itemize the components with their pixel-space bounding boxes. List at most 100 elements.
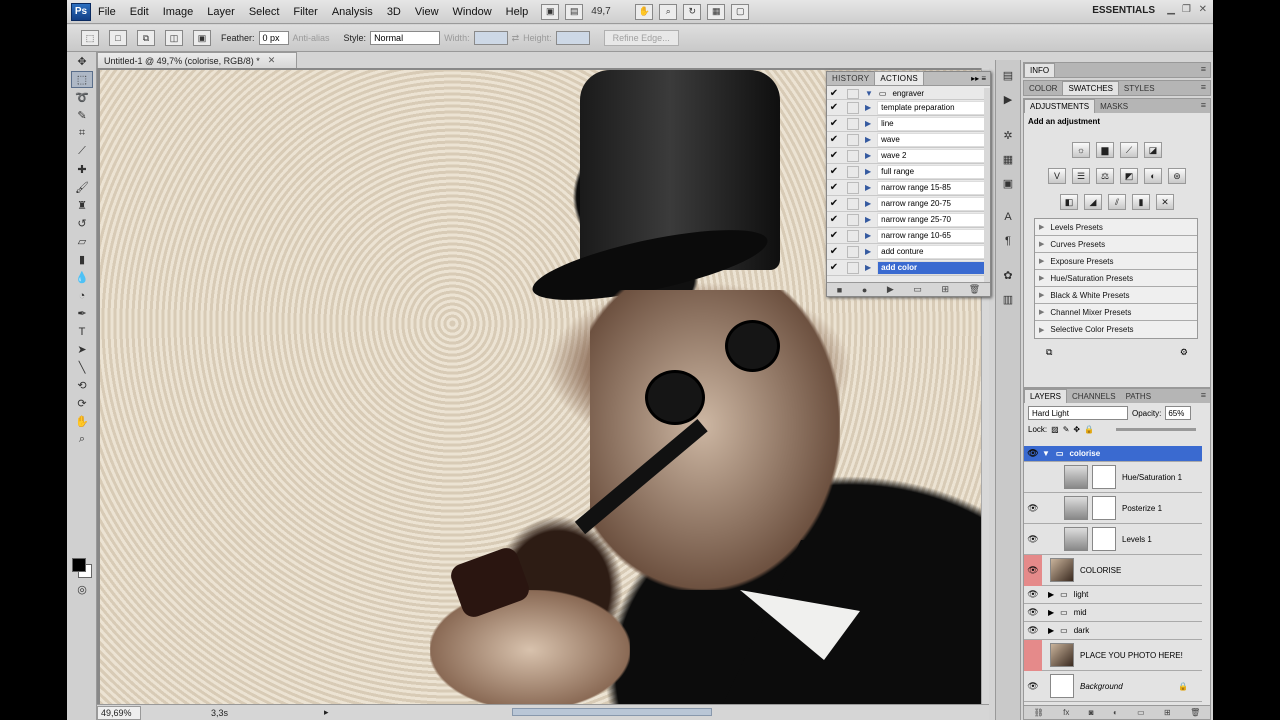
status-menu-arrow-icon[interactable]: ▸	[324, 707, 329, 718]
clone-stamp-tool-icon[interactable]: ♜	[71, 197, 93, 214]
panel-menu-icon[interactable]: ≡	[1201, 82, 1206, 92]
menu-help[interactable]: Help	[499, 6, 536, 18]
lock-pixels-icon[interactable]: ✎	[1063, 425, 1070, 434]
opacity-slider[interactable]	[1116, 428, 1197, 431]
visibility-eye-icon[interactable]: 👁	[1024, 448, 1042, 459]
expand-triangle-icon[interactable]: ▶	[1039, 274, 1044, 282]
move-tool-icon[interactable]: ✥	[71, 53, 93, 70]
path-selection-tool-icon[interactable]: ➤	[71, 341, 93, 358]
collapse-triangle-icon[interactable]: ▶	[865, 231, 871, 240]
menu-filter[interactable]: Filter	[286, 6, 324, 18]
dialog-toggle[interactable]	[847, 88, 859, 99]
curves-icon[interactable]: ⟋	[1120, 142, 1138, 158]
visibility-eye-icon[interactable]: 👁	[1024, 607, 1042, 618]
preset-item[interactable]: ▶ Levels Presets	[1035, 219, 1197, 236]
layer-row[interactable]: PLACE YOU PHOTO HERE!	[1024, 639, 1202, 671]
gradient-map-icon[interactable]: ▮	[1132, 194, 1150, 210]
close-icon[interactable]: ✕	[1199, 4, 1207, 15]
preset-item[interactable]: ▶ Curves Presets	[1035, 236, 1197, 253]
character-panel-icon[interactable]: A	[999, 208, 1017, 226]
dialog-toggle[interactable]	[847, 197, 859, 210]
layer-row-selected[interactable]: 👁 ▼ ▭ colorise	[1024, 446, 1202, 462]
3d-rotate-tool-icon[interactable]: ⟲	[71, 377, 93, 394]
levels-icon[interactable]: ▆	[1096, 142, 1114, 158]
clip-to-layer-icon[interactable]: ⧉	[1046, 347, 1052, 358]
hue-saturation-icon[interactable]: ☰	[1072, 168, 1090, 184]
channel-mixer-icon[interactable]: ⊛	[1168, 168, 1186, 184]
rotate-view-icon[interactable]: ↻	[683, 3, 702, 20]
expand-triangle-icon[interactable]: ▶	[1039, 223, 1044, 231]
hand-tool-icon[interactable]: ✋	[71, 413, 93, 430]
layer-row[interactable]: 👁 ▶ ▭ mid	[1024, 604, 1202, 622]
layer-row[interactable]: 👁 ▶ ▭ dark	[1024, 622, 1202, 640]
expand-triangle-icon[interactable]: ▶	[1048, 626, 1054, 635]
blur-tool-icon[interactable]: 💧	[71, 269, 93, 286]
stop-icon[interactable]: ■	[837, 285, 842, 295]
panel-menu-icon[interactable]: ≡	[1201, 100, 1206, 110]
layer-row[interactable]: 👁 ▶ ▭ light	[1024, 586, 1202, 604]
document-tab[interactable]: Untitled-1 @ 49,7% (colorise, RGB/8) * ✕	[97, 52, 297, 68]
layer-row[interactable]: 👁 Posterize 1	[1024, 493, 1202, 524]
exposure-icon[interactable]: ◪	[1144, 142, 1162, 158]
layer-style-icon[interactable]: fx	[1063, 708, 1069, 717]
dialog-toggle[interactable]	[847, 149, 859, 162]
actions-panel-icon[interactable]: ▶	[999, 90, 1017, 108]
opacity-input[interactable]: 65%	[1165, 406, 1192, 420]
action-row-selected[interactable]: ✔ ▶ add color	[827, 260, 985, 276]
dialog-toggle[interactable]	[847, 165, 859, 178]
expand-triangle-icon[interactable]: ▶	[1039, 326, 1044, 334]
delete-icon[interactable]: 🗑	[969, 284, 980, 295]
clone-source-panel-icon[interactable]: ✿	[999, 266, 1017, 284]
subtract-selection-icon[interactable]: ◫	[165, 30, 183, 46]
dialog-toggle[interactable]	[847, 133, 859, 146]
layer-mask-thumbnail[interactable]	[1092, 465, 1116, 489]
brightness-contrast-icon[interactable]: ☼	[1072, 142, 1090, 158]
collapse-triangle-icon[interactable]: ▶	[865, 199, 871, 208]
type-tool-icon[interactable]: T	[71, 323, 93, 340]
antialias-checkbox[interactable]: Anti-alias	[293, 33, 330, 43]
lock-all-icon[interactable]: 🔒	[1084, 425, 1094, 434]
layer-mask-thumbnail[interactable]	[1092, 496, 1116, 520]
bridge-icon[interactable]: ▣	[541, 3, 560, 20]
menu-3d[interactable]: 3D	[380, 6, 408, 18]
style-select[interactable]: Normal	[370, 31, 441, 45]
play-icon[interactable]: ▶	[887, 284, 894, 295]
expand-triangle-icon[interactable]: ▶	[1048, 608, 1054, 617]
collapse-triangle-icon[interactable]: ▼	[1042, 449, 1050, 458]
dialog-toggle[interactable]	[847, 229, 859, 242]
menu-window[interactable]: Window	[446, 6, 499, 18]
eyedropper-tool-icon[interactable]: ⟋	[71, 143, 93, 160]
action-row[interactable]: ✔ ▶ line	[827, 116, 985, 132]
collapse-triangle-icon[interactable]: ▶	[865, 183, 871, 192]
line-tool-icon[interactable]: ╲	[71, 359, 93, 376]
restore-icon[interactable]: ❐	[1182, 4, 1191, 15]
new-group-icon[interactable]: ▭	[1137, 708, 1145, 717]
action-set-row[interactable]: ✔ ▼ ▭ engraver	[827, 88, 985, 100]
expand-triangle-icon[interactable]: ▼	[865, 89, 873, 98]
adjustment-options-icon[interactable]: ⚙	[1180, 347, 1188, 358]
link-layers-icon[interactable]: ⛓	[1034, 708, 1044, 717]
collapse-triangle-icon[interactable]: ▶	[865, 151, 871, 160]
toggle-check-icon[interactable]: ✔	[827, 118, 841, 129]
view-extras-icon[interactable]: ▤	[565, 3, 584, 20]
zoom-level-field[interactable]: 49,7	[591, 4, 629, 20]
expand-triangle-icon[interactable]: ▶	[1039, 240, 1044, 248]
vibrance-icon[interactable]: V	[1048, 168, 1066, 184]
new-action-icon[interactable]: ⊞	[942, 284, 950, 295]
foreground-color-swatch[interactable]	[72, 558, 86, 572]
record-icon[interactable]: ●	[862, 285, 867, 295]
add-mask-icon[interactable]: ◙	[1089, 708, 1094, 717]
dodge-tool-icon[interactable]: ◔	[71, 287, 93, 304]
dialog-toggle[interactable]	[847, 181, 859, 194]
toggle-check-icon[interactable]: ✔	[827, 230, 841, 241]
toggle-check-icon[interactable]: ✔	[827, 102, 841, 113]
new-set-icon[interactable]: ▭	[913, 284, 922, 295]
selective-color-icon[interactable]: ✕	[1156, 194, 1174, 210]
actions-scrollbar[interactable]	[984, 88, 990, 284]
status-zoom-field[interactable]: 49,69%	[97, 705, 141, 720]
tab-actions[interactable]: ACTIONS	[874, 71, 925, 85]
layer-row[interactable]: 👁 Background 🔒	[1024, 671, 1202, 702]
pen-tool-icon[interactable]: ✒	[71, 305, 93, 322]
lasso-tool-icon[interactable]: ➰	[71, 89, 93, 106]
layer-row[interactable]: 👁 COLORISE	[1024, 554, 1202, 586]
